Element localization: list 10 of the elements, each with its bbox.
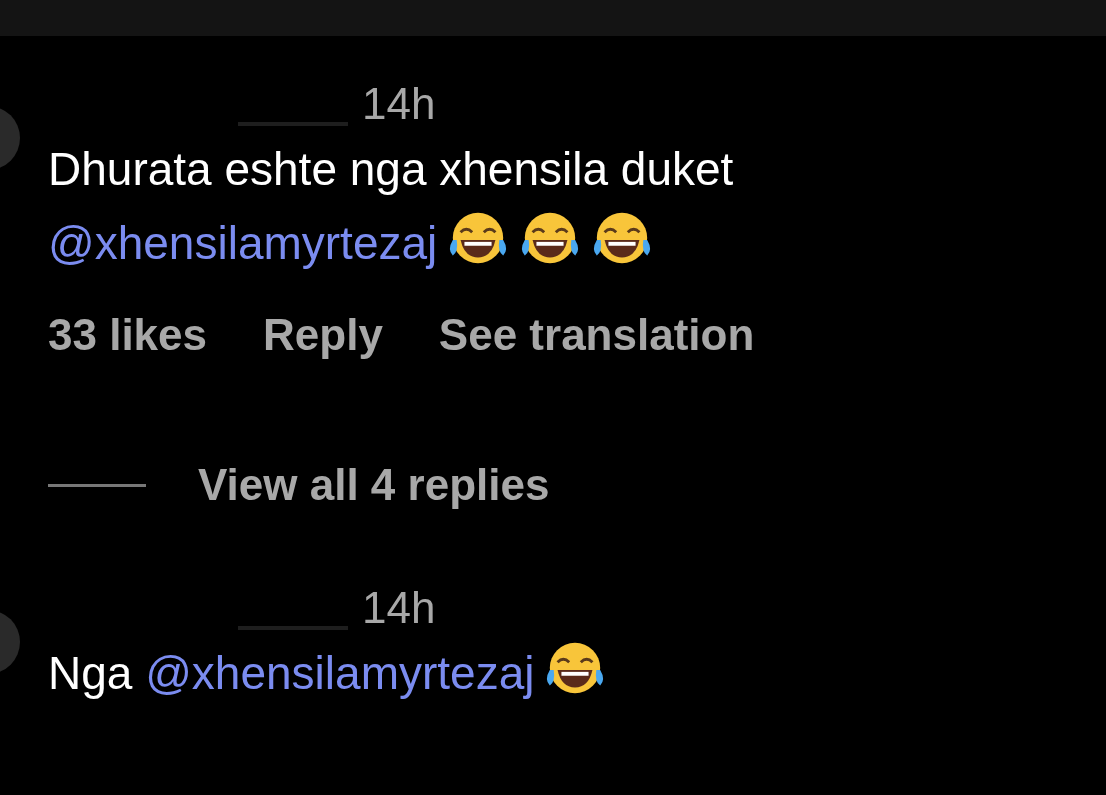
likes-count[interactable]: 33 likes xyxy=(48,310,208,360)
see-translation-button[interactable]: See translation xyxy=(438,310,755,360)
comment-text: Dhurata eshte nga xhensila duket @xhensilamyrtezaj xyxy=(48,142,735,271)
reply-button[interactable]: Reply xyxy=(263,310,383,360)
view-replies-button[interactable]: View all 4 replies xyxy=(198,460,550,510)
comment-time: 14h xyxy=(362,583,436,633)
mention-link[interactable]: @xhensilamyrtezaj xyxy=(48,217,438,269)
comment-text: Nga @xhensilamyrtezaj xyxy=(48,636,1068,710)
mention-link[interactable]: @xhensilamyrtezaj xyxy=(145,647,535,699)
comment-time: 14h xyxy=(362,79,436,129)
